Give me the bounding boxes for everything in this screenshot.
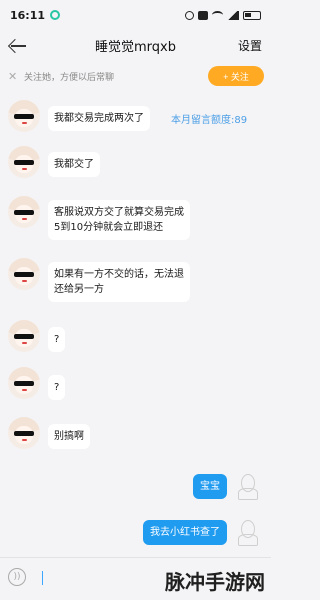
message-text: 别搞啊 — [54, 431, 84, 442]
message-text-line: 如果有一方不交的话，无法退 — [54, 269, 184, 280]
wifi-icon — [212, 11, 223, 19]
contact-avatar[interactable] — [8, 146, 40, 178]
message-text-line: 还给另一方 — [54, 284, 104, 295]
status-icons — [185, 10, 261, 20]
contact-avatar[interactable] — [8, 417, 40, 449]
message-bubble[interactable]: 客服说双方交了就算交易完成 5到10分钟就会立即退还 — [48, 200, 190, 240]
contact-avatar[interactable] — [8, 196, 40, 228]
follow-banner: ✕ 关注她，方便以后常聊 + 关注 — [0, 65, 271, 87]
status-time: 16:11 — [10, 8, 46, 22]
battery-icon — [243, 10, 261, 20]
message-bubble[interactable]: 我都交了 — [48, 152, 100, 177]
message-quota: 本月留言额度:89 — [171, 115, 248, 126]
mute-icon — [198, 10, 208, 20]
message-bubble[interactable]: 别搞啊 — [48, 424, 90, 449]
chat-header: 睡觉觉mrqxb 设置 — [0, 30, 271, 60]
text-cursor — [42, 571, 43, 585]
message-text: ? — [54, 334, 60, 345]
contact-avatar[interactable] — [8, 367, 40, 399]
message-text-line: 5到10分钟就会立即退还 — [54, 222, 164, 233]
message-bubble[interactable]: ? — [48, 375, 66, 400]
follow-button[interactable]: + 关注 — [208, 66, 264, 86]
alarm-icon — [185, 10, 194, 20]
contact-avatar[interactable] — [8, 100, 40, 132]
message-bubble[interactable]: 我都交易完成两次了 — [48, 106, 150, 131]
settings-button[interactable]: 设置 — [238, 37, 262, 54]
voice-icon[interactable]: )) — [8, 568, 26, 586]
app-status-icon — [50, 10, 61, 20]
message-text: ? — [54, 382, 60, 393]
outgoing-message-bubble[interactable]: 宝宝 — [193, 474, 227, 499]
message-text: 我都交了 — [54, 159, 94, 170]
signal-icon — [227, 10, 239, 20]
self-avatar[interactable] — [235, 470, 263, 502]
close-icon[interactable]: ✕ — [8, 70, 17, 83]
watermark: 脉冲手游网 — [165, 570, 265, 594]
message-text: 我都交易完成两次了 — [54, 113, 144, 124]
status-bar: 16:11 — [0, 0, 271, 30]
follow-hint-text: 关注她，方便以后常聊 — [24, 72, 115, 83]
message-bubble[interactable]: 如果有一方不交的话，无法退 还给另一方 — [48, 262, 190, 302]
contact-avatar[interactable] — [8, 320, 40, 352]
message-text: 宝宝 — [200, 481, 220, 492]
message-bubble[interactable]: ? — [48, 327, 66, 352]
message-text-line: 客服说双方交了就算交易完成 — [54, 207, 184, 218]
message-text: 我去小红书查了 — [150, 527, 220, 538]
outgoing-message-bubble[interactable]: 我去小红书查了 — [143, 520, 227, 545]
contact-avatar[interactable] — [8, 258, 40, 290]
page-title: 睡觉觉mrqxb — [95, 39, 176, 55]
self-avatar[interactable] — [235, 516, 263, 548]
